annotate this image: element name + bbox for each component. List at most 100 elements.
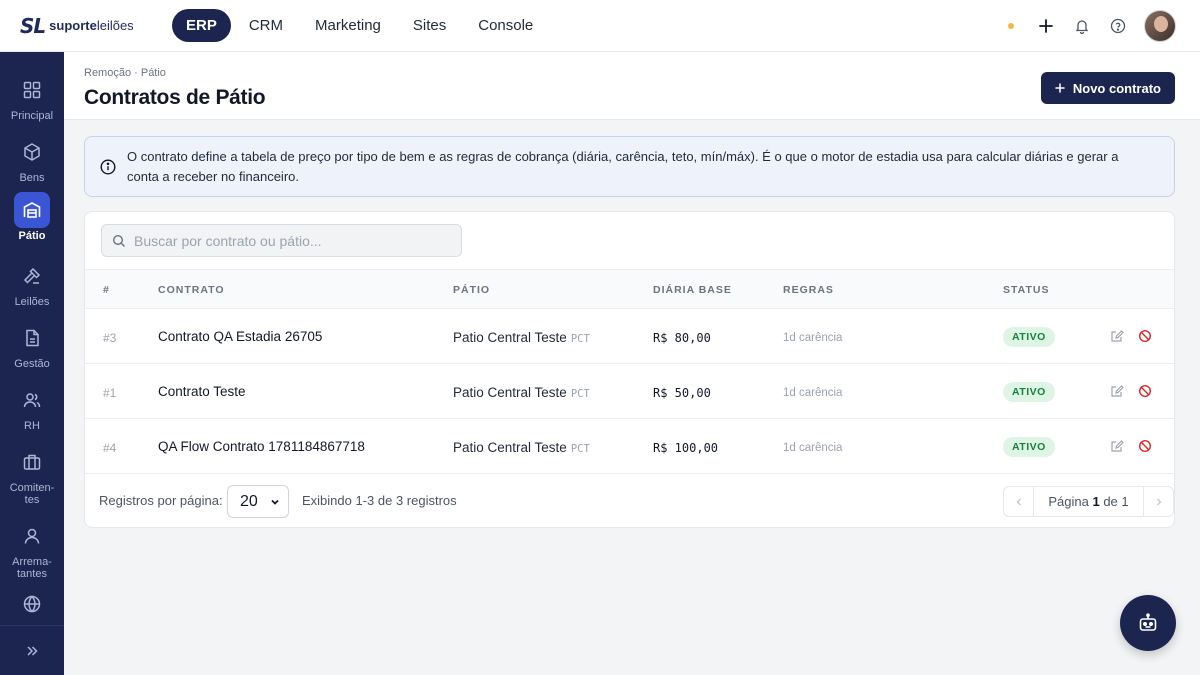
search-input[interactable] xyxy=(134,232,434,249)
sidebar-item-bens[interactable]: Bens xyxy=(0,134,64,184)
table-row[interactable]: #1 Contrato Teste Patio Central Teste PCT… xyxy=(85,364,1174,419)
row-contract: QA Flow Contrato 1781184867718 xyxy=(158,439,365,454)
new-contract-label: Novo contrato xyxy=(1072,80,1161,96)
row-contract: Contrato Teste xyxy=(158,384,246,399)
sidebar-item-gestao[interactable]: Gestão xyxy=(0,320,64,370)
plus-icon xyxy=(1055,83,1065,93)
chevron-right-icon xyxy=(1156,498,1161,505)
logo-text: suporteleilões xyxy=(49,18,134,33)
row-contract: Contrato QA Estadia 26705 xyxy=(158,329,323,344)
sidebar-item-comitentes[interactable]: Comiten- tes xyxy=(0,444,64,506)
edit-icon[interactable] xyxy=(1110,384,1124,398)
sidebar-expand-button[interactable] xyxy=(0,625,64,675)
page-title: Contratos de Pátio xyxy=(84,86,266,109)
top-actions xyxy=(1008,10,1176,42)
row-base-rate: R$ 50,00 xyxy=(653,386,711,400)
sidebar-item-label: RH xyxy=(24,420,40,432)
row-rules: 1d carência xyxy=(783,332,843,344)
briefcase-icon xyxy=(14,444,50,480)
row-patio: Patio Central Teste PCT xyxy=(453,440,590,455)
sidebar-item-rh[interactable]: RH xyxy=(0,382,64,432)
sidebar-item-sites[interactable] xyxy=(0,586,64,622)
table-row[interactable]: #4 QA Flow Contrato 1781184867718 Patio … xyxy=(85,419,1174,474)
user-icon xyxy=(14,518,50,554)
chevron-down-icon xyxy=(271,499,279,505)
pagination: Página 1 de 1 xyxy=(1003,486,1174,517)
chevrons-right-icon xyxy=(27,645,38,656)
contracts-card: # CONTRATO PÁTIO DIÁRIA BASE REGRAS STAT… xyxy=(84,211,1175,528)
col-rules: REGRAS xyxy=(783,284,834,296)
table-row[interactable]: #3 Contrato QA Estadia 26705 Patio Centr… xyxy=(85,309,1174,364)
row-rules: 1d carência xyxy=(783,442,843,454)
sidebar-item-label: Comiten- tes xyxy=(9,482,55,506)
col-patio[interactable]: PÁTIO xyxy=(453,284,490,296)
table-footer: Registros por página: 20 Exibindo 1-3 de… xyxy=(85,475,1174,528)
info-text: O contrato define a tabela de preço por … xyxy=(127,148,1119,184)
status-badge: ATIVO xyxy=(1003,382,1055,402)
warehouse-icon xyxy=(14,192,50,228)
avatar[interactable] xyxy=(1144,10,1176,42)
row-base-rate: R$ 100,00 xyxy=(653,441,719,455)
status-badge: ATIVO xyxy=(1003,437,1055,457)
help-icon[interactable] xyxy=(1108,16,1128,36)
page-header: Remoção · Pátio Contratos de Pátio Novo … xyxy=(64,52,1200,120)
page-indicator: Página 1 de 1 xyxy=(1048,494,1129,509)
main-nav: ERP CRM Marketing Sites Console xyxy=(172,9,547,42)
sidebar: Principal Bens Pátio Leilões Gestão RH C… xyxy=(0,52,64,675)
rows-per-page-select[interactable]: 20 xyxy=(227,485,289,518)
disable-icon[interactable] xyxy=(1138,329,1152,343)
box-icon xyxy=(14,134,50,170)
edit-icon[interactable] xyxy=(1110,439,1124,453)
row-number: #3 xyxy=(103,331,117,345)
sidebar-item-label: Leilões xyxy=(14,296,50,308)
sidebar-item-label: Gestão xyxy=(14,358,50,370)
breadcrumb: Remoção · Pátio xyxy=(84,67,166,79)
next-page-button[interactable] xyxy=(1143,487,1173,516)
globe-icon xyxy=(14,586,50,622)
row-number: #1 xyxy=(103,386,117,400)
row-base-rate: R$ 80,00 xyxy=(653,331,711,345)
sidebar-item-principal[interactable]: Principal xyxy=(0,72,64,122)
nav-erp[interactable]: ERP xyxy=(172,9,231,42)
grid-icon xyxy=(14,72,50,108)
status-badge: ATIVO xyxy=(1003,327,1055,347)
search-icon xyxy=(112,234,125,247)
table-header: # CONTRATO PÁTIO DIÁRIA BASE REGRAS STAT… xyxy=(85,269,1174,309)
assistant-bot-button[interactable] xyxy=(1120,595,1176,651)
sidebar-item-label: Arrema- tantes xyxy=(12,556,52,580)
status-dot xyxy=(1008,23,1014,29)
col-contract[interactable]: CONTRATO xyxy=(158,284,225,296)
nav-crm[interactable]: CRM xyxy=(235,9,297,42)
row-patio: Patio Central Teste PCT xyxy=(453,385,590,400)
edit-icon[interactable] xyxy=(1110,329,1124,343)
sidebar-item-patio[interactable]: Pátio xyxy=(0,192,64,242)
row-patio: Patio Central Teste PCT xyxy=(453,330,590,345)
row-number: #4 xyxy=(103,441,117,455)
sidebar-item-arrematantes[interactable]: Arrema- tantes xyxy=(0,518,64,580)
col-status[interactable]: STATUS xyxy=(1003,284,1049,296)
robot-icon xyxy=(1139,613,1157,631)
new-contract-button[interactable]: Novo contrato xyxy=(1040,72,1175,104)
top-bar: SL suporteleilões ERP CRM Marketing Site… xyxy=(0,0,1200,52)
logo-mark: SL xyxy=(20,13,46,38)
col-base-rate[interactable]: DIÁRIA BASE xyxy=(653,284,732,296)
disable-icon[interactable] xyxy=(1138,439,1152,453)
info-icon xyxy=(100,158,116,175)
records-count: Exibindo 1-3 de 3 registros xyxy=(302,493,457,508)
document-icon xyxy=(14,320,50,356)
nav-console[interactable]: Console xyxy=(464,9,547,42)
nav-marketing[interactable]: Marketing xyxy=(301,9,395,42)
sidebar-item-label: Pátio xyxy=(18,230,46,242)
logo[interactable]: SL suporteleilões xyxy=(20,14,172,38)
prev-page-button[interactable] xyxy=(1004,487,1034,516)
nav-sites[interactable]: Sites xyxy=(399,9,460,42)
disable-icon[interactable] xyxy=(1138,384,1152,398)
plus-icon[interactable] xyxy=(1036,16,1056,36)
search-box[interactable] xyxy=(101,224,462,257)
sidebar-item-leiloes[interactable]: Leilões xyxy=(0,258,64,308)
users-icon xyxy=(14,382,50,418)
info-banner: O contrato define a tabela de preço por … xyxy=(84,136,1175,197)
gavel-icon xyxy=(14,258,50,294)
col-number: # xyxy=(103,284,110,296)
bell-icon[interactable] xyxy=(1072,16,1092,36)
